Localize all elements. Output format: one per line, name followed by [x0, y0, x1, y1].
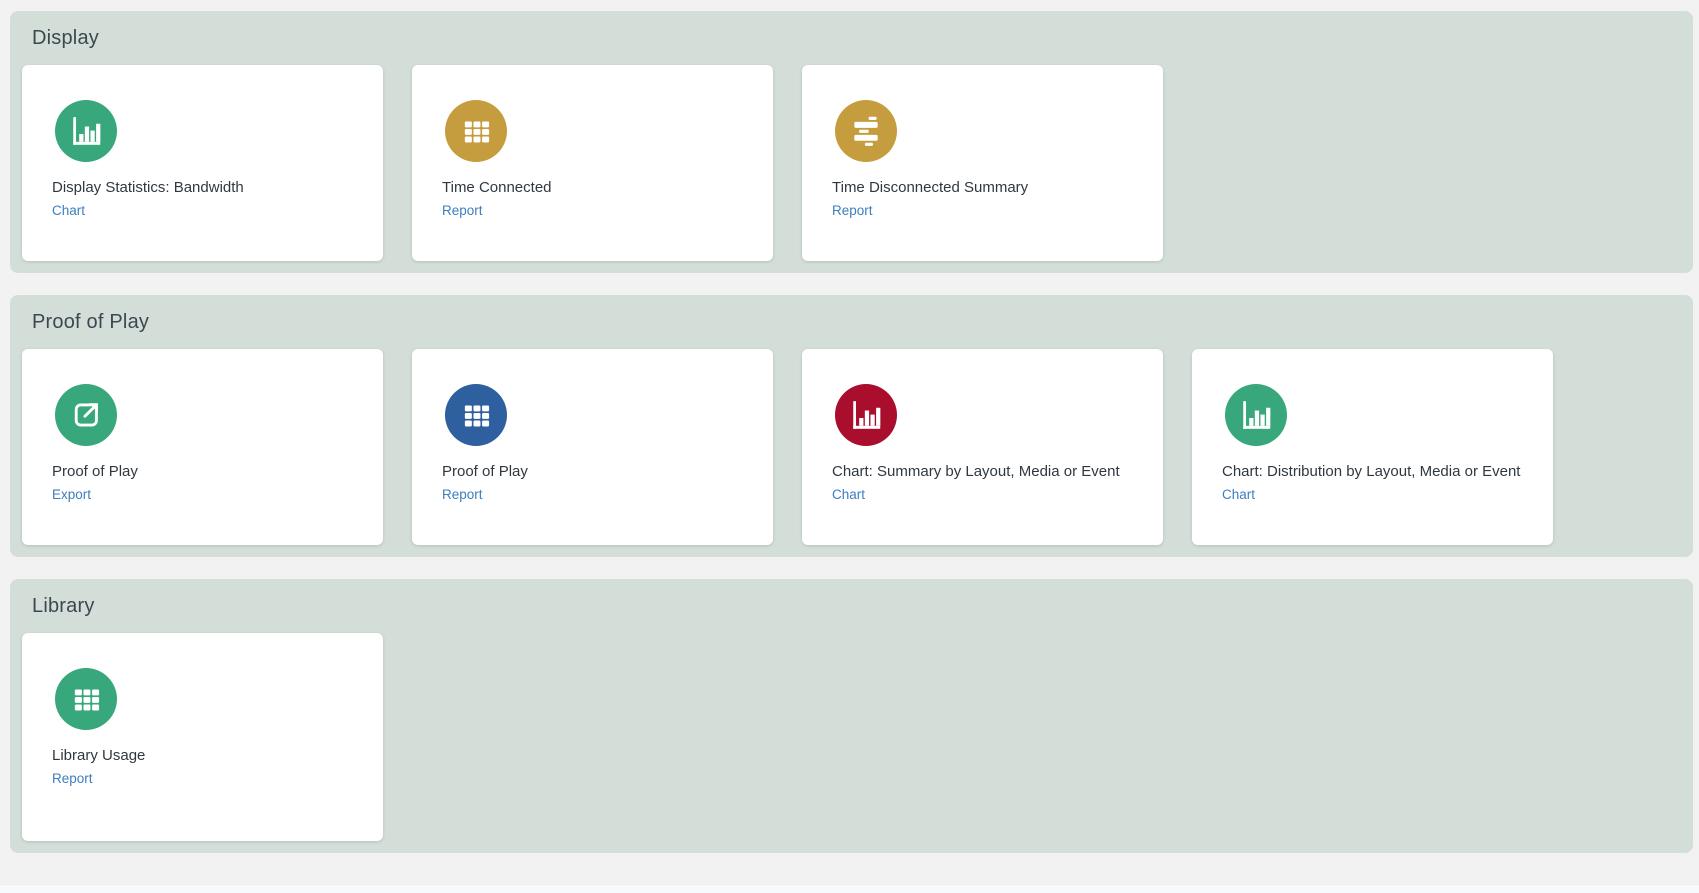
report-card-title: Proof of Play — [442, 462, 749, 482]
report-card[interactable]: Chart: Summary by Layout, Media or Event… — [802, 349, 1163, 545]
report-card[interactable]: Proof of Play Report — [412, 349, 773, 545]
sections-container: Display Display Statistics: Bandwidth Ch… — [10, 11, 1693, 853]
report-card-action-link[interactable]: Report — [442, 487, 483, 502]
report-card-action-link[interactable]: Chart — [1222, 487, 1255, 502]
report-card-action-link[interactable]: Chart — [52, 203, 85, 218]
report-section: Proof of Play Proof of Play Export Proof… — [10, 295, 1693, 557]
report-card[interactable]: Library Usage Report — [22, 633, 383, 841]
external-link-icon — [55, 384, 117, 446]
table-grid-icon — [445, 100, 507, 162]
report-card-action-link[interactable]: Report — [832, 203, 873, 218]
report-card-title: Time Disconnected Summary — [832, 178, 1139, 198]
bar-chart-icon — [835, 384, 897, 446]
server-list-icon — [835, 100, 897, 162]
report-section: Library Library Usage Report — [10, 579, 1693, 853]
report-card-action-link[interactable]: Chart — [832, 487, 865, 502]
card-grid: Library Usage Report — [22, 633, 1681, 841]
report-card-title: Proof of Play — [52, 462, 359, 482]
section-title: Library — [32, 595, 1681, 618]
report-card-title: Chart: Distribution by Layout, Media or … — [1222, 462, 1529, 482]
report-card-action-link[interactable]: Report — [442, 203, 483, 218]
reports-page: Display Display Statistics: Bandwidth Ch… — [0, 0, 1699, 853]
bar-chart-icon — [55, 100, 117, 162]
report-card-title: Time Connected — [442, 178, 749, 198]
report-card-title: Display Statistics: Bandwidth — [52, 178, 359, 198]
table-grid-icon — [55, 668, 117, 730]
report-card-action-link[interactable]: Report — [52, 771, 93, 786]
horizontal-scrollbar-track[interactable] — [0, 884, 1699, 893]
report-card[interactable]: Display Statistics: Bandwidth Chart — [22, 65, 383, 261]
report-card-title: Library Usage — [52, 746, 359, 766]
report-card[interactable]: Proof of Play Export — [22, 349, 383, 545]
report-card[interactable]: Chart: Distribution by Layout, Media or … — [1192, 349, 1553, 545]
card-grid: Proof of Play Export Proof of Play Repor… — [22, 349, 1681, 545]
section-title: Proof of Play — [32, 311, 1681, 334]
card-grid: Display Statistics: Bandwidth Chart Time… — [22, 65, 1681, 261]
report-card-title: Chart: Summary by Layout, Media or Event — [832, 462, 1139, 482]
section-title: Display — [32, 27, 1681, 50]
report-section: Display Display Statistics: Bandwidth Ch… — [10, 11, 1693, 273]
report-card[interactable]: Time Disconnected Summary Report — [802, 65, 1163, 261]
bar-chart-icon — [1225, 384, 1287, 446]
report-card-action-link[interactable]: Export — [52, 487, 91, 502]
table-grid-icon — [445, 384, 507, 446]
report-card[interactable]: Time Connected Report — [412, 65, 773, 261]
